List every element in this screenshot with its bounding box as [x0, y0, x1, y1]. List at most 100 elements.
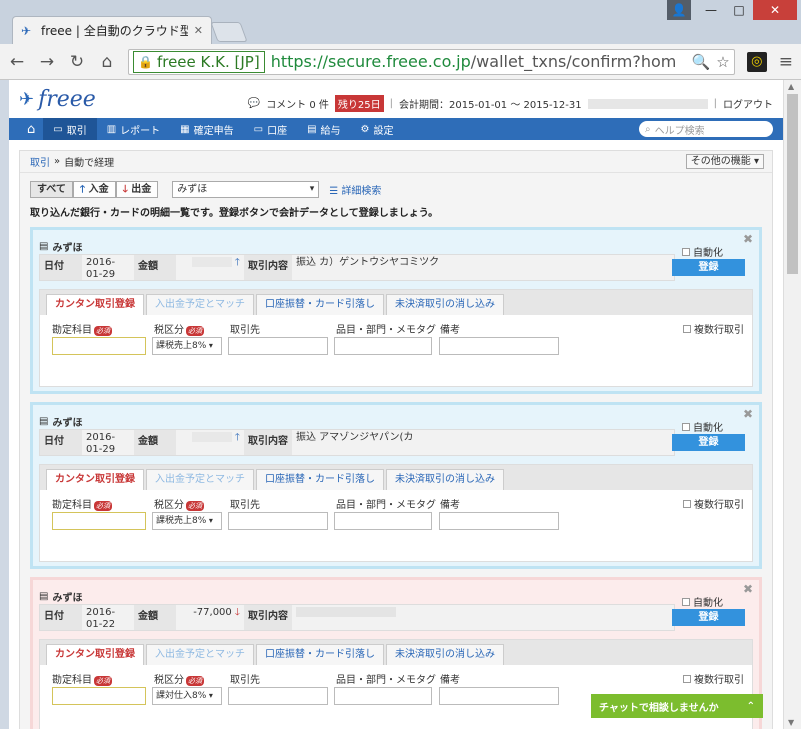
- minimize-icon[interactable]: —: [697, 0, 725, 20]
- breadcrumb-root[interactable]: 取引: [30, 154, 50, 169]
- tab-match-schedule[interactable]: 入出金予定とマッチ: [146, 469, 254, 490]
- nav-accounts[interactable]: ▭ 口座: [244, 118, 297, 140]
- chat-widget[interactable]: チャットで相談しませんか ⌃: [591, 694, 763, 718]
- building-icon: ▦: [180, 123, 190, 135]
- card-close-icon[interactable]: ✖: [743, 582, 753, 596]
- search-icon[interactable]: 🔍: [692, 53, 711, 71]
- form-labels: 勘定科目 必須 税区分 必須 取引先 品目・部門・メモタグ 備考 複数行取引: [40, 315, 752, 336]
- tab-clear-unsettled[interactable]: 未決済取引の消し込み: [386, 294, 504, 315]
- tab-account-transfer[interactable]: 口座振替・カード引落し: [256, 469, 384, 490]
- tab-match-schedule[interactable]: 入出金予定とマッチ: [146, 644, 254, 665]
- home-icon[interactable]: ⌂: [98, 52, 116, 72]
- tab-close-icon[interactable]: ✕: [194, 24, 203, 37]
- page-scrollbar[interactable]: ▲ ▼: [783, 80, 801, 729]
- browser-tab[interactable]: ✈ freee | 全自動のクラウド型 ✕: [12, 16, 212, 44]
- nav-payroll[interactable]: ▤ 給与: [297, 118, 350, 140]
- nav-tax-return[interactable]: ▦ 確定申告: [170, 118, 243, 140]
- checkbox-icon[interactable]: [683, 674, 691, 683]
- tab-match-schedule[interactable]: 入出金予定とマッチ: [146, 294, 254, 315]
- profile-icon[interactable]: 👤: [667, 0, 691, 20]
- filter-expense-button[interactable]: 🡓 出金: [115, 181, 159, 198]
- reload-icon[interactable]: ↻: [68, 52, 86, 72]
- transaction-info-row: 日付 2016-01-29 金額 🡑 取引内容 振込 カ）ゲントウシヤコミツク: [39, 254, 675, 281]
- bank-select[interactable]: みずほ: [172, 181, 320, 198]
- arrow-up-icon: 🡑: [234, 432, 240, 443]
- freee-logo[interactable]: ✈ freee: [19, 87, 96, 112]
- nav-home-icon[interactable]: ⌂: [19, 118, 43, 140]
- partner-input[interactable]: [228, 337, 328, 355]
- multi-line-checkbox[interactable]: 複数行取引: [683, 671, 744, 686]
- account-input[interactable]: [52, 687, 146, 705]
- partner-input[interactable]: [228, 512, 328, 530]
- account-input[interactable]: [52, 512, 146, 530]
- account-input[interactable]: [52, 337, 146, 355]
- extension-icon[interactable]: ◎: [746, 51, 767, 72]
- tax-select[interactable]: 課税売上8%: [152, 512, 222, 530]
- multi-line-checkbox[interactable]: 複数行取引: [683, 321, 744, 336]
- tab-quick-register[interactable]: カンタン取引登録: [46, 644, 144, 665]
- registration-panel: カンタン取引登録 入出金予定とマッチ 口座振替・カード引落し 未決済取引の消し込…: [39, 289, 753, 387]
- registration-tabs: カンタン取引登録 入出金予定とマッチ 口座振替・カード引落し 未決済取引の消し込…: [40, 290, 752, 315]
- register-button[interactable]: 登録: [672, 609, 745, 626]
- tab-clear-unsettled[interactable]: 未決済取引の消し込み: [386, 469, 504, 490]
- card-close-icon[interactable]: ✖: [743, 232, 753, 246]
- filter-all-button[interactable]: すべて: [30, 181, 73, 198]
- window-close-icon[interactable]: ✕: [753, 0, 797, 20]
- wallet-icon: ▭: [53, 123, 63, 135]
- nav-transactions[interactable]: ▭ 取引: [43, 118, 97, 140]
- note-input[interactable]: [439, 687, 559, 705]
- other-features-dropdown[interactable]: その他の機能 ▾: [685, 154, 764, 169]
- transaction-amount: 🡑: [176, 430, 244, 455]
- note-input[interactable]: [439, 337, 559, 355]
- multi-line-checkbox[interactable]: 複数行取引: [683, 496, 744, 511]
- chevron-up-icon[interactable]: ⌃: [747, 701, 755, 712]
- checkbox-icon[interactable]: [682, 422, 690, 431]
- new-tab-button[interactable]: [210, 22, 248, 42]
- checkbox-icon[interactable]: [683, 499, 691, 508]
- bookmark-star-icon[interactable]: ☆: [716, 53, 729, 71]
- filter-income-button[interactable]: 🡑 入金: [72, 181, 116, 198]
- tab-account-transfer[interactable]: 口座振替・カード引落し: [256, 644, 384, 665]
- address-bar[interactable]: 🔒 freee K.K. [JP] https://secure.freee.c…: [128, 48, 735, 75]
- tab-clear-unsettled[interactable]: 未決済取引の消し込み: [386, 644, 504, 665]
- detail-search-link[interactable]: ☰ 詳細検索: [329, 182, 381, 197]
- item-tag-input[interactable]: [334, 687, 432, 705]
- tab-quick-register[interactable]: カンタン取引登録: [46, 469, 144, 490]
- automate-checkbox[interactable]: 自動化: [682, 244, 723, 259]
- item-tag-input[interactable]: [334, 337, 432, 355]
- help-search-input[interactable]: ⌕ ヘルプ検索: [639, 121, 773, 137]
- automate-checkbox[interactable]: 自動化: [682, 594, 723, 609]
- card-close-icon[interactable]: ✖: [743, 407, 753, 421]
- note-input[interactable]: [439, 512, 559, 530]
- forward-icon[interactable]: →: [38, 52, 56, 72]
- checkbox-icon[interactable]: [682, 597, 690, 606]
- nav-settings[interactable]: ⚙ 設定: [351, 118, 404, 140]
- tax-select[interactable]: 課税売上8%: [152, 337, 222, 355]
- register-button[interactable]: 登録: [672, 259, 745, 276]
- trial-days-badge[interactable]: 残り25日: [334, 95, 384, 112]
- automate-checkbox[interactable]: 自動化: [682, 419, 723, 434]
- tax-select[interactable]: 課対仕入8%: [152, 687, 222, 705]
- url-text[interactable]: https://secure.freee.co.jp/wallet_txns/c…: [271, 52, 686, 71]
- nav-reports[interactable]: ▥ レポート: [97, 118, 170, 140]
- fiscal-period[interactable]: 会計期間：2015-01-01 ～ 2015-12-31: [399, 96, 582, 111]
- filter-bar: すべて 🡑 入金 🡓 出金 みずほ ☰ 詳細検索: [30, 181, 762, 198]
- tab-account-transfer[interactable]: 口座振替・カード引落し: [256, 294, 384, 315]
- comment-count[interactable]: コメント 0 件: [266, 96, 329, 111]
- register-button[interactable]: 登録: [672, 434, 745, 451]
- scrollbar-thumb[interactable]: [787, 94, 798, 274]
- maximize-icon[interactable]: □: [725, 0, 753, 20]
- item-tag-input[interactable]: [334, 512, 432, 530]
- form-fields: 課税売上8%: [40, 335, 752, 359]
- logout-link[interactable]: ログアウト: [723, 96, 773, 111]
- tab-quick-register[interactable]: カンタン取引登録: [46, 294, 144, 315]
- checkbox-icon[interactable]: [683, 324, 691, 333]
- checkbox-icon[interactable]: [682, 247, 690, 256]
- page-viewport: ✈ freee 💬 コメント 0 件 残り25日 | 会計期間：2015-01-…: [9, 80, 783, 729]
- scroll-down-icon[interactable]: ▼: [788, 718, 794, 727]
- chrome-menu-icon[interactable]: ≡: [779, 52, 793, 72]
- partner-input[interactable]: [228, 687, 328, 705]
- back-icon[interactable]: ←: [8, 52, 26, 72]
- scroll-up-icon[interactable]: ▲: [788, 82, 794, 91]
- ev-certificate-badge[interactable]: 🔒 freee K.K. [JP]: [133, 50, 265, 73]
